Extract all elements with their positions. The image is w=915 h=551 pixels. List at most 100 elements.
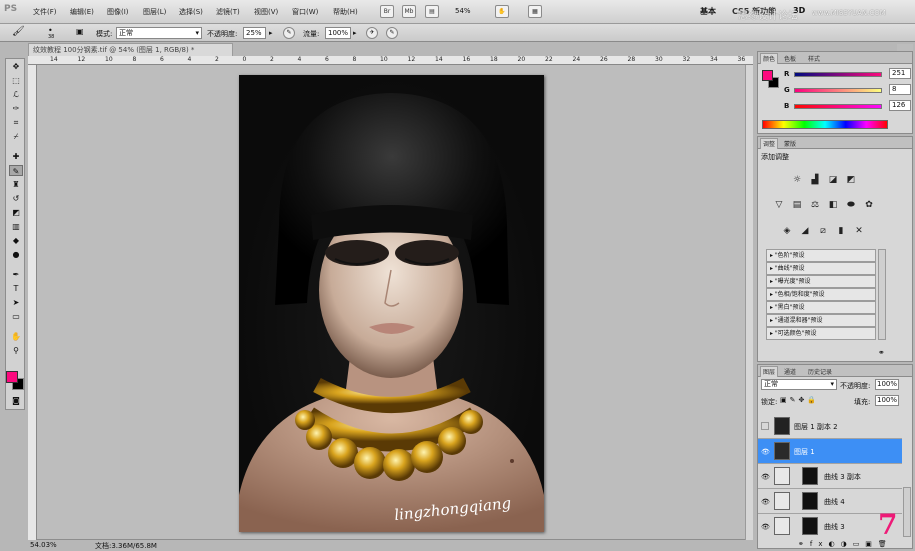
panel-foreground-swatch[interactable] — [762, 70, 773, 81]
status-zoom[interactable]: 54.03% — [30, 541, 57, 549]
layer-row[interactable]: 👁 图层 1 — [758, 439, 902, 464]
tab-masks[interactable]: 蒙版 — [784, 139, 796, 148]
threshold-icon[interactable]: ⧄ — [816, 225, 830, 237]
workspace-basic[interactable]: 基本 — [700, 6, 716, 17]
black-white-icon[interactable]: ◧ — [826, 199, 840, 211]
quick-select-tool-icon[interactable]: ✑ — [9, 103, 23, 114]
blend-mode-select[interactable]: 正常 ▾ — [761, 379, 837, 390]
menu-select[interactable]: 选择(S) — [179, 7, 203, 17]
layer-name[interactable]: 曲线 3 — [824, 522, 845, 532]
tab-history[interactable]: 历史记录 — [808, 367, 832, 376]
posterize-icon[interactable]: ◢ — [798, 225, 812, 237]
layer-row[interactable]: 图层 1 副本 2 — [758, 414, 902, 439]
lasso-tool-icon[interactable]: ℒ — [9, 89, 23, 100]
opacity-arrow-icon[interactable]: ▸ — [269, 29, 273, 37]
lock-icons[interactable]: ▣✎✥🔒 — [780, 396, 819, 404]
type-tool-icon[interactable]: T — [9, 283, 23, 294]
document-photo[interactable]: lingzhongqiang — [239, 75, 544, 532]
pressure-opacity-icon[interactable]: ✎ — [283, 27, 295, 39]
eyedropper-tool-icon[interactable]: ⌿ — [9, 131, 23, 142]
menu-help[interactable]: 帮助(H) — [333, 7, 358, 17]
preset-black-white[interactable]: ▸ "黑白"预设 — [766, 301, 876, 314]
color-balance-icon[interactable]: ⚖ — [808, 199, 822, 211]
layer-row[interactable]: 👁 曲线 3 副本 — [758, 464, 902, 489]
visibility-toggle[interactable] — [761, 422, 769, 430]
preset-scrollbar[interactable] — [878, 249, 886, 340]
blur-tool-icon[interactable]: ◆ — [9, 235, 23, 246]
document-tab[interactable]: 纹效教程 100分钢素.tif @ 54% (图层 1, RGB/8) * — [28, 43, 233, 56]
eye-icon[interactable]: 👁 — [761, 473, 770, 481]
zoom-tool-icon[interactable]: ⚲ — [9, 345, 23, 356]
opacity-input[interactable]: 25% — [243, 27, 266, 39]
preset-hue-saturation[interactable]: ▸ "色相/饱和度"预设 — [766, 288, 876, 301]
tab-channels[interactable]: 通道 — [784, 367, 796, 376]
tab-layers[interactable]: 图层 — [760, 366, 779, 377]
airbrush-icon[interactable]: ✈ — [366, 27, 378, 39]
preset-channel-mixer[interactable]: ▸ "通道混和器"预设 — [766, 314, 876, 327]
color-spectrum[interactable] — [762, 120, 888, 129]
extras-icon[interactable]: ▤ — [425, 5, 439, 18]
menu-view[interactable]: 视图(V) — [254, 7, 278, 17]
blue-value[interactable]: 126 — [889, 100, 911, 111]
move-tool-icon[interactable]: ✥ — [9, 61, 23, 72]
flow-arrow-icon[interactable]: ▸ — [353, 29, 357, 37]
tab-styles[interactable]: 样式 — [808, 54, 820, 63]
invert-icon[interactable]: ◈ — [780, 225, 794, 237]
eye-icon[interactable]: 👁 — [761, 498, 770, 506]
photo-filter-icon[interactable]: ⬬ — [844, 199, 858, 211]
quick-mask-icon[interactable]: ◙ — [9, 395, 23, 406]
layer-opacity-input[interactable]: 100% — [875, 379, 899, 390]
mode-select[interactable]: 正常 ▾ — [116, 27, 202, 39]
bridge-icon[interactable]: Br — [380, 5, 394, 18]
history-brush-icon[interactable]: ↺ — [9, 193, 23, 204]
green-slider[interactable] — [794, 88, 882, 93]
hand-view-icon[interactable]: ✋ — [495, 5, 509, 18]
eye-icon[interactable]: 👁 — [761, 448, 770, 456]
brightness-icon[interactable]: ☼ — [790, 174, 804, 186]
healing-tool-icon[interactable]: ✚ — [9, 151, 23, 162]
hue-saturation-icon[interactable]: ▤ — [790, 199, 804, 211]
fill-input[interactable]: 100% — [875, 395, 899, 406]
blue-slider[interactable] — [794, 104, 882, 109]
tab-adjustments[interactable]: 调整 — [760, 138, 779, 149]
crop-tool-icon[interactable]: ⌗ — [9, 117, 23, 128]
marquee-tool-icon[interactable]: ⬚ — [9, 75, 23, 86]
menu-file[interactable]: 文件(F) — [33, 7, 57, 17]
channel-mixer-icon[interactable]: ✿ — [862, 199, 876, 211]
green-value[interactable]: 8 — [889, 84, 911, 95]
layer-name[interactable]: 图层 1 — [794, 447, 815, 457]
layer-name[interactable]: 曲线 3 副本 — [824, 472, 861, 482]
foreground-color-swatch[interactable] — [6, 371, 18, 383]
layers-scrollbar[interactable] — [903, 487, 911, 537]
curves-icon[interactable]: ◪ — [826, 174, 840, 186]
menu-window[interactable]: 窗口(W) — [292, 7, 318, 17]
pressure-size-icon[interactable]: ✎ — [386, 27, 398, 39]
red-slider[interactable] — [794, 72, 882, 77]
layers-footer-icons[interactable]: ⚭fx◐◑▭▣🗑 — [798, 540, 893, 548]
preset-selective-color[interactable]: ▸ "可选颜色"预设 — [766, 327, 876, 340]
vibrance-icon[interactable]: ▽ — [772, 199, 786, 211]
preset-curves[interactable]: ▸ "曲线"预设 — [766, 262, 876, 275]
menu-image[interactable]: 图像(I) — [107, 7, 129, 17]
stamp-tool-icon[interactable]: ♜ — [9, 179, 23, 190]
pen-tool-icon[interactable]: ✒ — [9, 269, 23, 280]
arrange-icon[interactable]: ▦ — [528, 5, 542, 18]
menu-filter[interactable]: 滤镜(T) — [216, 7, 240, 17]
tab-color[interactable]: 颜色 — [760, 53, 779, 64]
dodge-tool-icon[interactable]: ● — [9, 249, 23, 260]
zoom-level[interactable]: 54% — [455, 7, 471, 15]
adjust-footer-icon[interactable]: ⚭ — [878, 348, 885, 357]
preset-levels[interactable]: ▸ "色阶"预设 — [766, 249, 876, 262]
layer-name[interactable]: 曲线 4 — [824, 497, 845, 507]
layer-name[interactable]: 图层 1 副本 2 — [794, 422, 838, 432]
tab-swatches[interactable]: 色板 — [784, 54, 796, 63]
path-select-tool-icon[interactable]: ➤ — [9, 297, 23, 308]
flow-input[interactable]: 100% — [325, 27, 351, 39]
levels-icon[interactable]: ▟ — [808, 174, 822, 186]
menu-layer[interactable]: 图层(L) — [143, 7, 166, 17]
brush-tool-icon[interactable]: ✎ — [9, 165, 23, 176]
gradient-map-icon[interactable]: ▮ — [834, 225, 848, 237]
eye-icon[interactable]: 👁 — [761, 523, 770, 531]
eraser-tool-icon[interactable]: ◩ — [9, 207, 23, 218]
red-value[interactable]: 251 — [889, 68, 911, 79]
